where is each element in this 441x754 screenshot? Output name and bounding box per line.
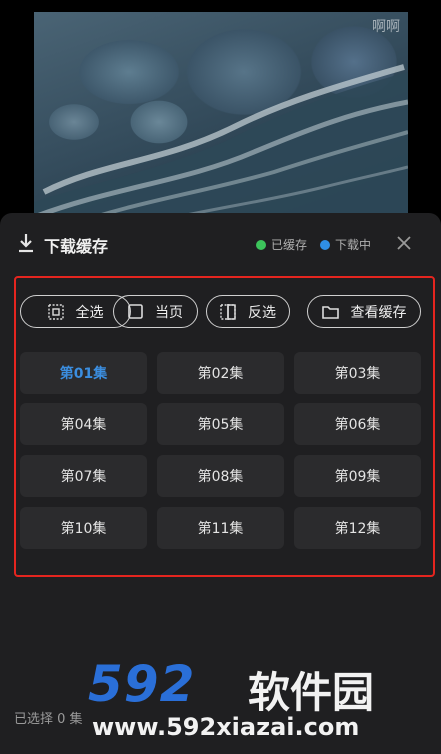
view-cache-label: 查看缓存	[350, 304, 407, 321]
invert-selection-label: 反选	[248, 304, 276, 321]
watermark-number: 592	[88, 655, 196, 713]
close-icon[interactable]	[396, 235, 412, 251]
video-corner-text: 啊啊	[372, 19, 400, 35]
invert-selection-button[interactable]: 反选	[206, 295, 290, 328]
episode-11[interactable]: 第11集	[157, 507, 284, 549]
episode-04[interactable]: 第04集	[20, 403, 147, 445]
video-player[interactable]: 啊啊	[34, 12, 408, 242]
downloading-dot-icon	[320, 239, 330, 250]
folder-icon	[321, 305, 339, 319]
episode-12[interactable]: 第12集	[294, 507, 421, 549]
episode-09[interactable]: 第09集	[294, 455, 421, 497]
sheet-title: 下载缓存	[44, 237, 109, 256]
episode-01[interactable]: 第01集	[20, 352, 147, 394]
select-all-label: 全选	[75, 304, 104, 321]
invert-icon	[220, 303, 236, 320]
sheet-header: 下载缓存 已缓存 下载中	[0, 213, 441, 273]
download-icon	[19, 234, 33, 253]
watermark-url: www.592xiazai.com	[92, 713, 360, 741]
site-watermark: 592 软件园 www.592xiazai.com	[88, 655, 428, 745]
current-page-button[interactable]: 当页	[113, 295, 198, 328]
video-frame-art	[34, 64, 408, 242]
episode-03[interactable]: 第03集	[294, 352, 421, 394]
episode-10[interactable]: 第10集	[20, 507, 147, 549]
select-all-icon	[47, 303, 64, 320]
legend-cached-label: 已缓存	[271, 238, 308, 252]
legend-downloading: 下载中	[320, 236, 371, 253]
view-cache-button[interactable]: 查看缓存	[307, 295, 421, 328]
legend-downloading-label: 下载中	[335, 238, 372, 252]
current-page-label: 当页	[155, 304, 183, 321]
selected-count-text: 已选择 0 集	[14, 712, 83, 727]
episode-08[interactable]: 第08集	[157, 455, 284, 497]
episode-06[interactable]: 第06集	[294, 403, 421, 445]
watermark-name: 软件园	[248, 668, 375, 717]
episode-07[interactable]: 第07集	[20, 455, 147, 497]
episode-05[interactable]: 第05集	[157, 403, 284, 445]
episode-02[interactable]: 第02集	[157, 352, 284, 394]
legend-cached: 已缓存	[256, 236, 307, 253]
cached-dot-icon	[256, 239, 266, 250]
square-icon	[128, 304, 143, 319]
